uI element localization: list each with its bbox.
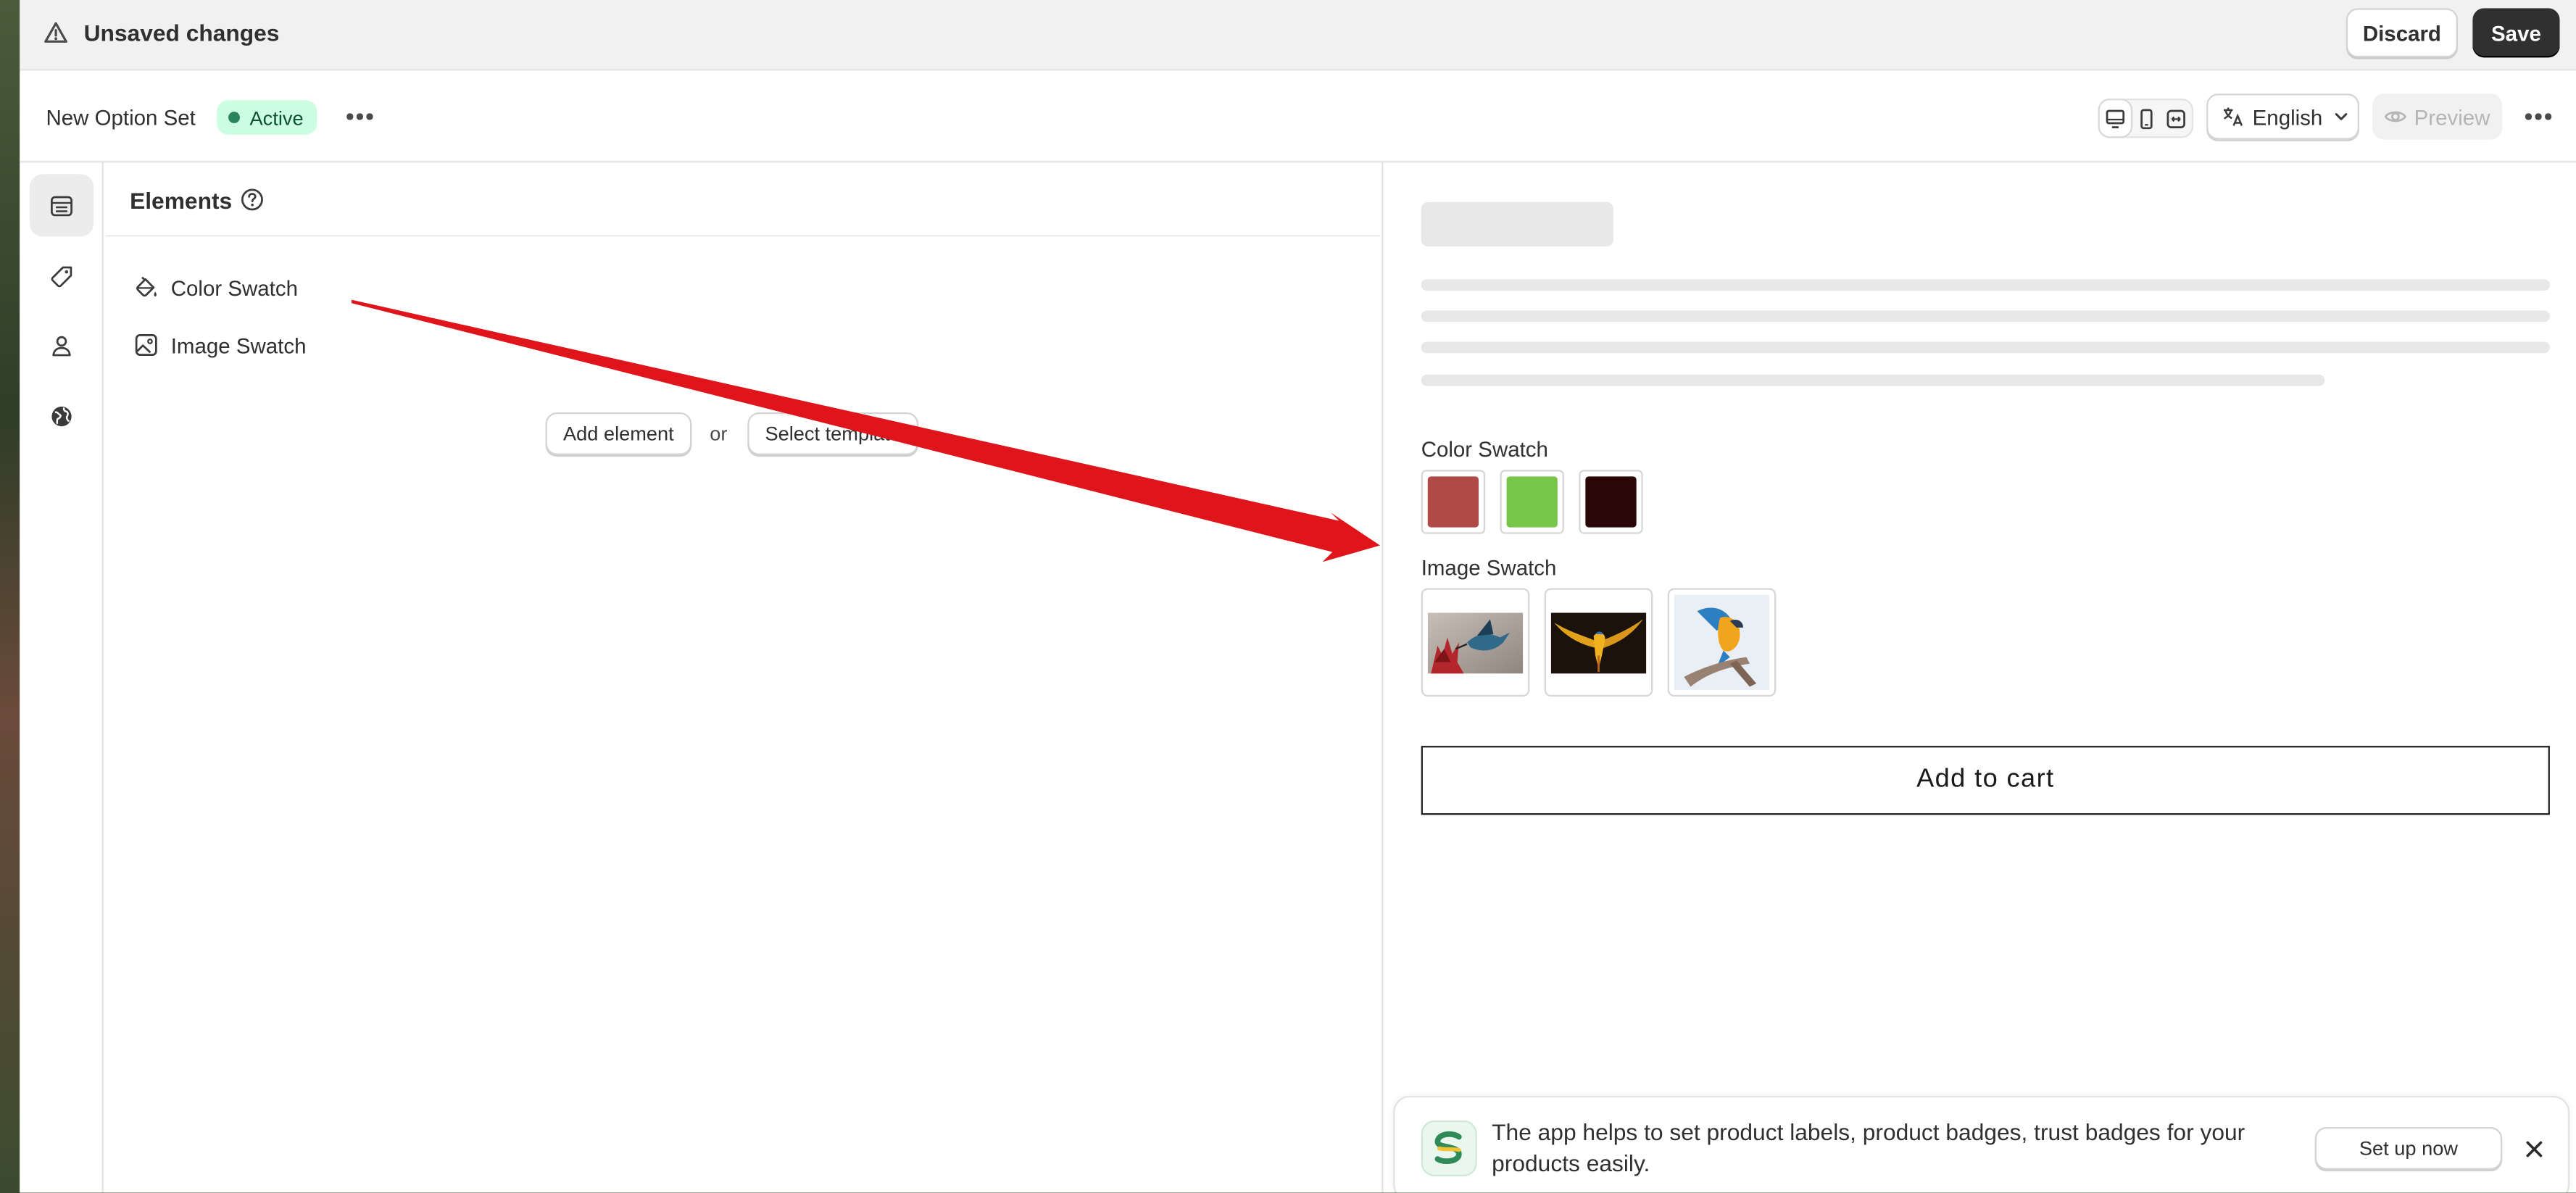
macaw-dark-background-image [1550,612,1647,673]
color-swatch-label: Color Swatch [1421,436,1548,462]
language-label: English [2252,104,2323,129]
fullwidth-view-button[interactable] [2161,100,2191,136]
elements-panel: Elements Color Swatch Image Swatch Add e… [105,162,1381,1193]
add-to-cart-button[interactable]: Add to cart [1421,746,2550,815]
rail-customers-button[interactable] [30,314,94,376]
skeleton-line [1421,374,2325,386]
color-swatch-option[interactable] [1421,470,1486,534]
skeleton-title [1421,201,1613,247]
element-item-label: Color Swatch [170,275,298,300]
dot-icon [2535,113,2542,120]
dot-icon [2525,113,2532,120]
image-swatch-label: Image Swatch [1421,555,1557,581]
skeleton-line [1421,279,2550,291]
tag-icon [51,265,72,287]
app-promo-banner: The app helps to set product labels, pro… [1393,1095,2570,1193]
image-swatch-option[interactable] [1421,588,1530,697]
status-badge: Active [217,100,317,135]
skeleton-line [1421,341,2550,354]
page-more-button[interactable] [2520,99,2556,135]
elements-title: Elements [130,187,233,214]
save-button[interactable]: Save [2472,8,2560,58]
language-select[interactable]: English [2206,93,2359,140]
warning-icon [44,22,67,43]
image-icon [135,334,157,356]
unsaved-changes-bar: Unsaved changes Discard Save [20,0,2576,71]
globe-icon [51,405,72,426]
status-badge-label: Active [249,106,304,129]
or-label: or [710,422,728,446]
desktop-icon [2106,109,2124,128]
close-icon [2525,1140,2542,1157]
swatch-color [1506,476,1558,528]
person-icon [52,335,71,356]
s-logo-icon [1434,1131,1462,1165]
device-toggle-group [2098,99,2194,138]
dot-icon [357,113,363,120]
rail-labels-button[interactable] [30,245,94,307]
option-set-header: New Option Set Active English Preview [20,72,2576,163]
mobile-icon [2140,108,2152,129]
left-rail [20,162,104,1193]
macaw-on-branch-image [1674,594,1770,691]
select-template-button[interactable]: Select template [747,412,919,455]
preview-label: Preview [2414,104,2490,129]
image-swatch-option[interactable] [1544,588,1653,697]
option-set-more-button[interactable] [341,99,378,135]
eye-icon [2385,111,2407,122]
dot-icon [367,113,373,120]
dot-icon [2545,113,2551,120]
skeleton-line [1421,310,2550,323]
discard-button[interactable]: Discard [2346,8,2458,58]
banner-message: The app helps to set product labels, pro… [1492,1118,2245,1176]
app-logo-icon [1421,1120,1477,1176]
swatch-color [1585,476,1637,528]
hummingbird-on-flower-image [1427,612,1524,673]
app-window: Unsaved changes Discard Save New Option … [20,0,2576,1193]
color-swatch-option[interactable] [1500,470,1564,534]
elements-icon [51,195,72,216]
rail-markets-button[interactable] [30,384,94,446]
screen: Unsaved changes Discard Save New Option … [0,0,2576,1193]
desktop-background [0,0,20,1193]
paint-bucket-icon [136,276,157,297]
mobile-view-button[interactable] [2130,100,2161,136]
product-preview: Color Swatch Image Swatch Add to cart [1382,162,2576,1193]
color-swatch-option[interactable] [1579,470,1643,534]
status-dot-icon [228,112,240,124]
desktop-view-button[interactable] [2099,100,2131,137]
help-icon[interactable] [240,187,265,212]
set-up-now-button[interactable]: Set up now [2314,1126,2503,1170]
fit-width-icon [2166,109,2186,128]
elements-panel-header: Elements [105,162,1381,237]
chevron-down-icon [2334,113,2347,120]
element-item-color-swatch[interactable]: Color Swatch [133,271,298,304]
dot-icon [346,113,353,120]
swatch-color [1427,476,1479,528]
option-set-name[interactable]: New Option Set [46,105,195,130]
element-item-image-swatch[interactable]: Image Swatch [133,328,307,361]
rail-elements-button[interactable] [29,174,94,237]
image-swatch-option[interactable] [1667,588,1777,697]
banner-close-button[interactable] [2522,1137,2545,1160]
element-item-label: Image Swatch [170,333,307,358]
translate-icon [2223,107,2243,126]
preview-button[interactable]: Preview [2372,93,2503,140]
unsaved-changes-title: Unsaved changes [83,20,280,46]
add-element-button[interactable]: Add element [545,412,692,455]
